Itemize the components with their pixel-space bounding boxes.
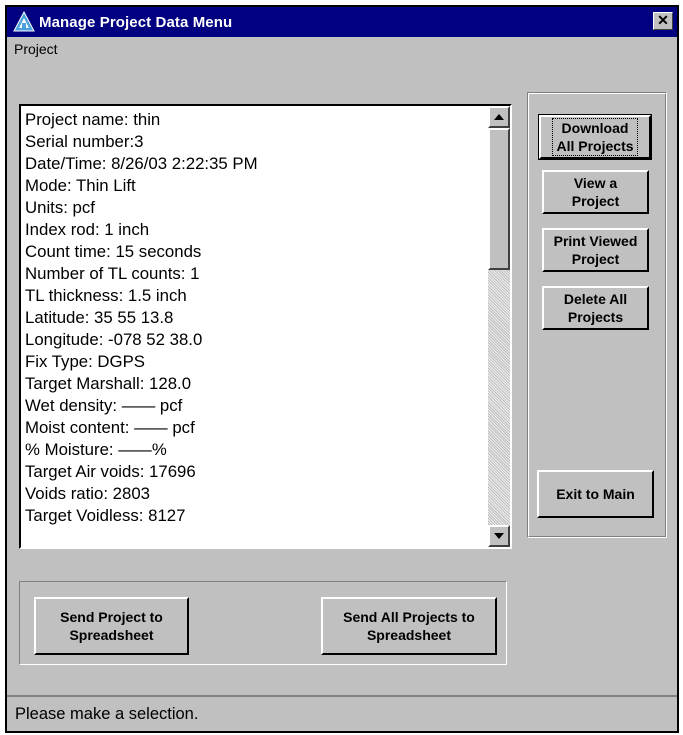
list-line: Date/Time: 8/26/03 2:22:35 PM (25, 154, 258, 173)
list-line: Moist content: —— pcf (25, 418, 195, 437)
print-viewed-project-button[interactable]: Print Viewed Project (542, 228, 649, 272)
send-all-projects-to-spreadsheet-button[interactable]: Send All Projects to Spreadsheet (321, 597, 497, 655)
scroll-thumb[interactable] (488, 128, 510, 270)
list-line: Target Air voids: 17696 (25, 462, 196, 481)
send-all-projects-label: Send All Projects to Spreadsheet (343, 609, 475, 643)
window-title: Manage Project Data Menu (39, 13, 233, 31)
view-project-button[interactable]: View a Project (542, 170, 649, 214)
close-icon: ✕ (657, 12, 669, 28)
send-project-to-spreadsheet-button[interactable]: Send Project to Spreadsheet (34, 597, 189, 655)
list-line: Count time: 15 seconds (25, 242, 202, 261)
list-line: Target Voidless: 8127 (25, 506, 186, 525)
list-line: Index rod: 1 inch (25, 220, 150, 239)
list-line: Number of TL counts: 1 (25, 264, 200, 283)
exit-to-main-label: Exit to Main (556, 486, 635, 502)
app-triangle-icon (13, 11, 35, 32)
list-line: Wet density: —— pcf (25, 396, 183, 415)
list-line: Longitude: -078 52 38.0 (25, 330, 203, 349)
exit-to-main-button[interactable]: Exit to Main (537, 470, 654, 518)
status-bar: Please make a selection. (7, 695, 677, 731)
list-line: TL thickness: 1.5 inch (25, 286, 187, 305)
close-button[interactable]: ✕ (653, 12, 673, 30)
title-bar[interactable]: Manage Project Data Menu ✕ (7, 7, 677, 37)
view-project-label: View a Project (571, 175, 620, 209)
delete-all-projects-button[interactable]: Delete All Projects (542, 286, 649, 330)
list-line: Units: pcf (25, 198, 95, 217)
list-line: Serial number:3 (25, 132, 144, 151)
list-line: Latitude: 35 55 13.8 (25, 308, 174, 327)
menu-bar: Project (7, 37, 677, 61)
vertical-scrollbar[interactable] (488, 106, 510, 547)
status-text: Please make a selection. (15, 704, 199, 723)
send-project-label: Send Project to Spreadsheet (60, 609, 163, 643)
scroll-up-button[interactable] (488, 106, 510, 128)
menu-project[interactable]: Project (7, 41, 65, 57)
arrow-up-icon (494, 113, 504, 120)
project-details-list[interactable]: Project name: thin Serial number:3 Date/Ti… (19, 104, 512, 549)
print-viewed-project-label: Print Viewed Project (553, 233, 638, 267)
list-line: Fix Type: DGPS (25, 352, 145, 371)
list-line: Voids ratio: 2803 (25, 484, 151, 503)
list-line: Target Marshall: 128.0 (25, 374, 192, 393)
list-line: % Moisture: ——% (25, 440, 167, 459)
download-all-projects-label: Download All Projects (552, 118, 638, 156)
project-details-text: Project name: thin Serial number:3 Date/Ti… (25, 109, 486, 527)
scroll-down-button[interactable] (488, 525, 510, 547)
download-all-projects-button[interactable]: Download All Projects (538, 114, 652, 160)
arrow-down-icon (494, 532, 504, 539)
list-line: Mode: Thin Lift (25, 176, 136, 195)
delete-all-projects-label: Delete All Projects (563, 291, 628, 325)
list-line: Project name: thin (25, 110, 161, 129)
